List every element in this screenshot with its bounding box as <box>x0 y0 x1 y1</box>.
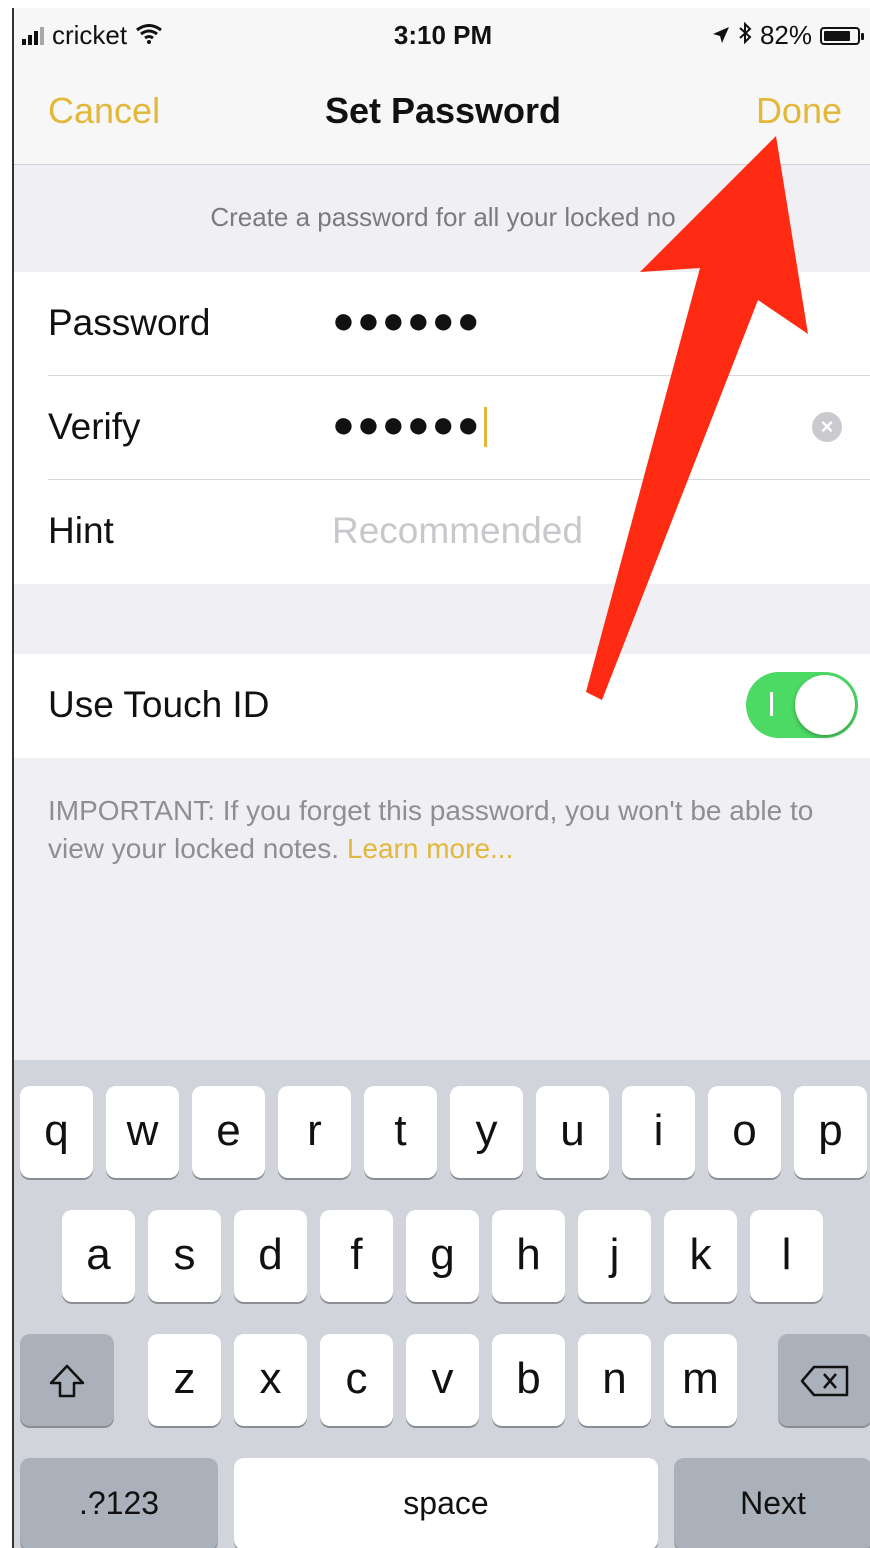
arrow-shape <box>586 136 808 700</box>
annotation-arrow <box>586 136 808 700</box>
